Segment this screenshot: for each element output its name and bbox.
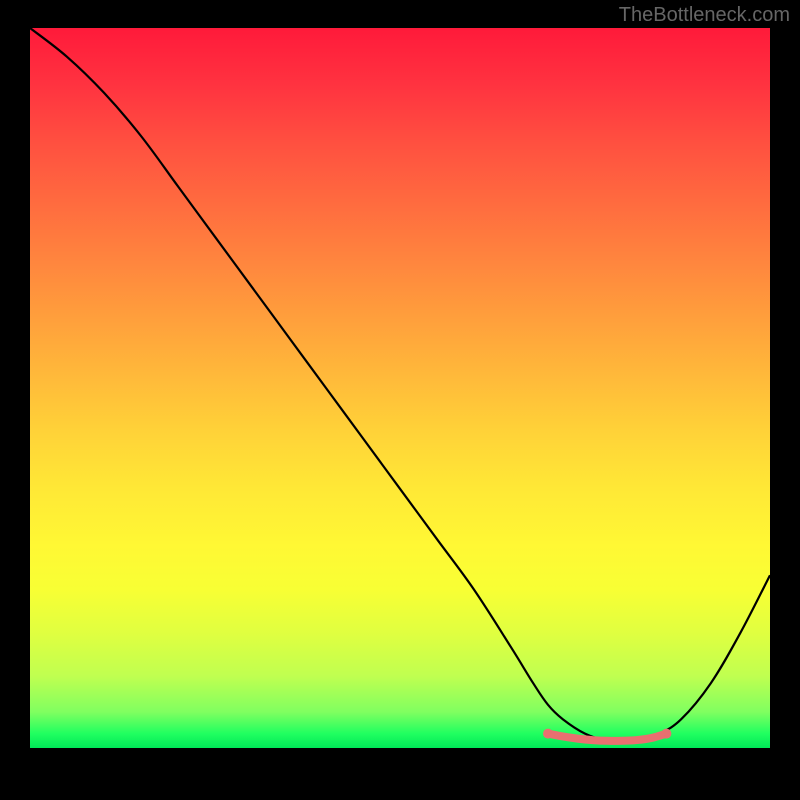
- plot-area: [30, 28, 770, 748]
- bottleneck-curve-path: [30, 28, 770, 741]
- chart-svg: [30, 28, 770, 748]
- optimal-band-path: [548, 734, 666, 741]
- band-end-dot: [543, 729, 553, 739]
- watermark-text: TheBottleneck.com: [619, 4, 790, 27]
- band-end-dot: [661, 729, 671, 739]
